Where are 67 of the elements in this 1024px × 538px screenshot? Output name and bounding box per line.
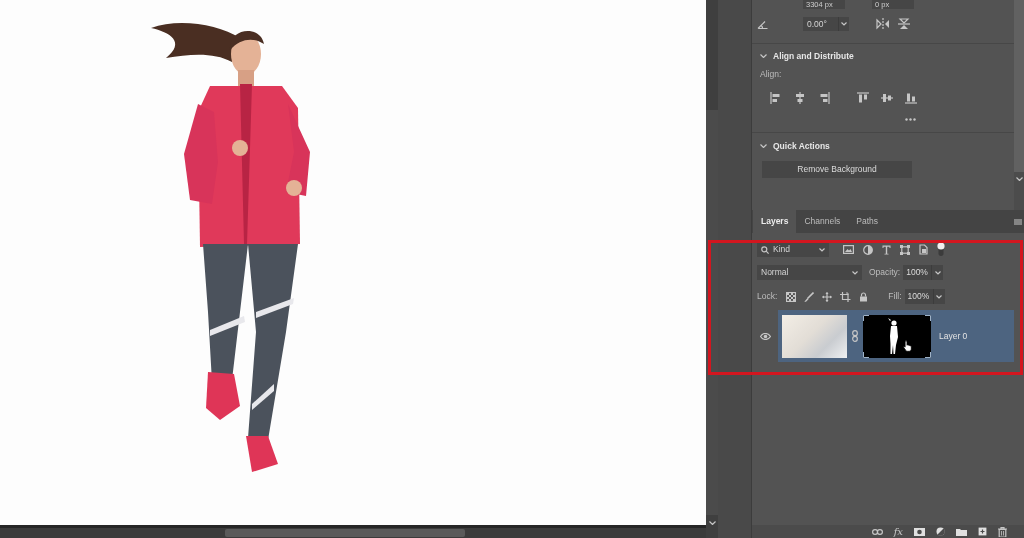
mask-icon[interactable] <box>914 527 925 536</box>
blend-mode-dropdown[interactable]: Normal <box>757 265 862 280</box>
layer-row[interactable]: Layer 0 <box>778 310 1014 362</box>
filter-toggle-icon[interactable] <box>937 242 945 257</box>
image-icon[interactable] <box>843 245 854 254</box>
remove-background-button[interactable]: Remove Background <box>762 161 912 178</box>
chain-link-icon[interactable] <box>852 330 858 342</box>
hand-cursor-icon <box>903 339 913 352</box>
align-horizontal-centers-icon[interactable] <box>794 91 806 104</box>
layer-name: Layer 0 <box>939 329 968 343</box>
panel-tab[interactable]: Channels <box>796 210 849 233</box>
search-icon <box>761 245 769 254</box>
lock-icon[interactable] <box>859 291 869 302</box>
checkerboard-icon[interactable] <box>786 291 797 302</box>
angle-dropdown-button[interactable] <box>838 17 849 31</box>
section-title: Quick Actions <box>773 139 830 153</box>
panel-tab[interactable]: Layers <box>753 210 797 233</box>
align-label: Align: <box>760 68 782 81</box>
lock-label: Lock: <box>757 290 778 303</box>
fill-label: Fill: <box>888 290 902 303</box>
flip-horizontal-icon[interactable] <box>876 18 890 30</box>
crop-icon[interactable] <box>840 291 852 302</box>
opacity-field[interactable]: 100% <box>903 265 932 280</box>
align-top-edges-icon[interactable] <box>857 91 869 104</box>
chevron-down-icon[interactable] <box>760 54 767 58</box>
panel-tab[interactable]: Paths <box>848 210 887 233</box>
type-icon[interactable] <box>882 244 891 255</box>
vertical-scrollbar[interactable] <box>1014 0 1024 210</box>
opacity-label: Opacity: <box>869 266 901 279</box>
horizontal-scrollbar[interactable] <box>0 528 706 538</box>
brush-icon[interactable] <box>804 291 815 302</box>
align-left-edges-icon[interactable] <box>770 91 782 104</box>
half-circle-icon[interactable] <box>863 244 873 255</box>
angle-field[interactable]: 0.00° <box>803 17 838 31</box>
align-right-edges-icon[interactable] <box>818 91 830 104</box>
chevron-down-icon[interactable] <box>760 144 767 148</box>
caret-icon <box>841 22 847 26</box>
eye-icon[interactable] <box>759 332 771 340</box>
section-title: Align and Distribute <box>773 49 854 63</box>
half-circle-icon[interactable] <box>936 527 945 536</box>
scrollbar-thumb[interactable] <box>1014 0 1024 172</box>
fill-field[interactable]: 100% <box>904 289 933 304</box>
new-layer-icon[interactable] <box>978 527 987 536</box>
align-vertical-centers-icon[interactable] <box>881 91 893 104</box>
chevron-down-icon[interactable] <box>708 521 716 525</box>
angle-icon <box>757 19 768 29</box>
panel-menu-icon[interactable] <box>1014 218 1022 225</box>
shape-icon[interactable] <box>900 244 910 255</box>
caret-icon <box>819 247 825 252</box>
vertical-scrollbar[interactable] <box>706 0 718 538</box>
align-bottom-edges-icon[interactable] <box>905 91 917 104</box>
move-icon[interactable] <box>822 291 833 302</box>
chevron-down-icon[interactable] <box>1015 177 1023 181</box>
caret-icon <box>934 270 941 275</box>
caret-icon <box>936 294 943 299</box>
folder-icon[interactable] <box>956 527 967 536</box>
scrollbar-thumb[interactable] <box>225 529 465 537</box>
caret-icon <box>852 270 858 275</box>
effects-button[interactable]: fx <box>893 525 903 538</box>
link-icon[interactable] <box>871 528 883 535</box>
flip-vertical-icon[interactable] <box>898 18 910 30</box>
trash-icon[interactable] <box>998 526 1007 537</box>
document-icon[interactable] <box>919 244 928 255</box>
opacity-dropdown-button[interactable] <box>931 265 944 280</box>
photo-placeholder <box>782 314 847 358</box>
more-icon[interactable] <box>905 117 916 121</box>
mask-thumbnail[interactable] <box>863 314 931 358</box>
